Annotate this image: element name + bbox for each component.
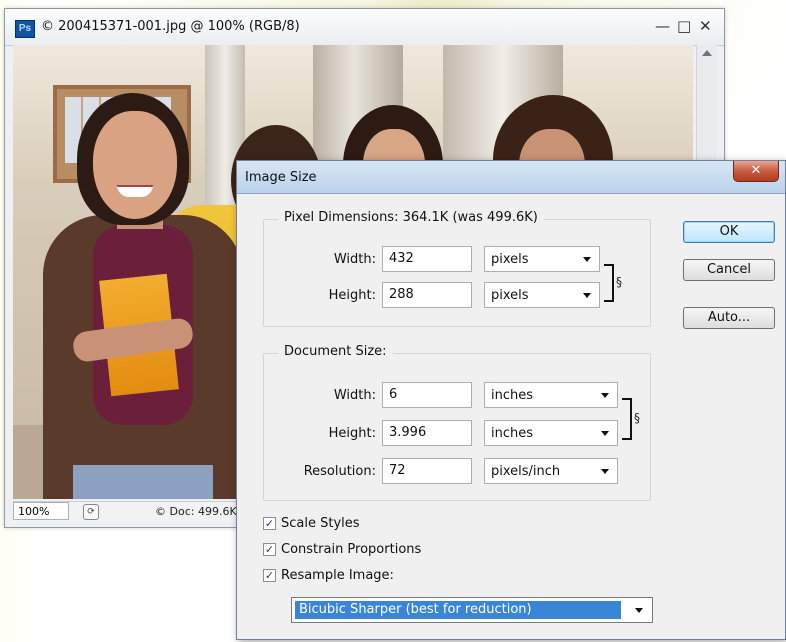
resample-method-select[interactable]: Bicubic Sharper (best for reduction) [291,597,653,623]
document-height-unit-value: inches [491,426,534,441]
scale-styles-checkbox[interactable]: ✓ [263,517,276,530]
document-height-unit-select[interactable]: inches [484,420,618,446]
resolution-label: Resolution: [303,464,376,479]
document-size-status: © Doc: 499.6K [155,505,237,518]
pixel-height-unit-select[interactable]: pixels [484,282,600,308]
photoshop-app-icon: Ps [15,20,35,38]
document-size-group: Document Size: Width: 6 inches Height: 3… [263,344,651,501]
chevron-down-icon [601,393,609,398]
chevron-down-icon [583,293,591,298]
pixel-width-unit-select[interactable]: pixels [484,246,600,272]
resample-method-value: Bicubic Sharper (best for reduction) [295,601,621,619]
pixel-width-unit-value: pixels [491,252,529,267]
status-menu-icon[interactable]: ⟳ [83,504,99,520]
document-size-title: Document Size: [278,344,393,359]
minimize-icon[interactable]: — [655,17,670,35]
document-width-unit-value: inches [491,388,534,403]
image-size-dialog: Image Size ✕ Pixel Dimensions: 364.1K (w… [236,160,786,640]
resolution-input[interactable]: 72 [382,458,472,484]
resample-image-option[interactable]: ✓ Resample Image: [263,567,463,585]
pixel-dimensions-group: Pixel Dimensions: 364.1K (was 499.6K) Wi… [263,210,651,327]
pixel-dimensions-title: Pixel Dimensions: 364.1K (was 499.6K) [278,210,544,225]
chain-link-icon: § [634,411,640,425]
chevron-down-icon [601,469,609,474]
pixel-height-label: Height: [328,288,376,303]
resample-image-label: Resample Image: [281,568,394,583]
chevron-down-icon [583,257,591,262]
cancel-button[interactable]: Cancel [683,259,775,281]
resolution-unit-value: pixels/inch [491,464,561,479]
scroll-up-icon[interactable] [702,50,712,56]
ok-button[interactable]: OK [683,221,775,243]
scale-styles-label: Scale Styles [281,516,360,531]
photo-woman-face [93,111,177,219]
document-width-unit-select[interactable]: inches [484,382,618,408]
document-width-label: Width: [333,388,376,403]
dialog-close-button[interactable]: ✕ [733,161,779,182]
document-width-input[interactable]: 6 [382,382,472,408]
constrain-proportions-option[interactable]: ✓ Constrain Proportions [263,541,503,559]
document-height-input[interactable]: 3.996 [382,420,472,446]
dialog-title: Image Size [245,170,317,185]
document-height-label: Height: [328,426,376,441]
chevron-down-icon [635,608,643,613]
pixel-width-input[interactable]: 432 [382,246,472,272]
document-title-bar[interactable]: Ps © 200415371-001.jpg @ 100% (RGB/8) — … [5,9,724,46]
constrain-proportions-checkbox[interactable]: ✓ [263,543,276,556]
maximize-icon[interactable]: □ [677,17,691,35]
pixel-width-label: Width: [333,252,376,267]
document-title: © 200415371-001.jpg @ 100% (RGB/8) [41,19,300,34]
chevron-down-icon [601,431,609,436]
chain-link-icon: § [616,275,622,289]
photo-woman-jeans [73,465,213,499]
pixel-height-unit-value: pixels [491,288,529,303]
constrain-proportions-label: Constrain Proportions [281,542,422,557]
dialog-body: Pixel Dimensions: 364.1K (was 499.6K) Wi… [245,201,777,631]
zoom-level-input[interactable]: 100% [13,502,69,520]
close-icon[interactable]: ✕ [699,17,712,35]
pixel-height-input[interactable]: 288 [382,282,472,308]
auto-button[interactable]: Auto... [683,307,775,329]
dialog-title-bar[interactable]: Image Size ✕ [237,161,785,194]
pixel-constrain-bracket [604,264,614,302]
resample-image-checkbox[interactable]: ✓ [263,569,276,582]
scale-styles-option[interactable]: ✓ Scale Styles [263,515,463,533]
resolution-unit-select[interactable]: pixels/inch [484,458,618,484]
document-constrain-bracket [622,398,632,440]
